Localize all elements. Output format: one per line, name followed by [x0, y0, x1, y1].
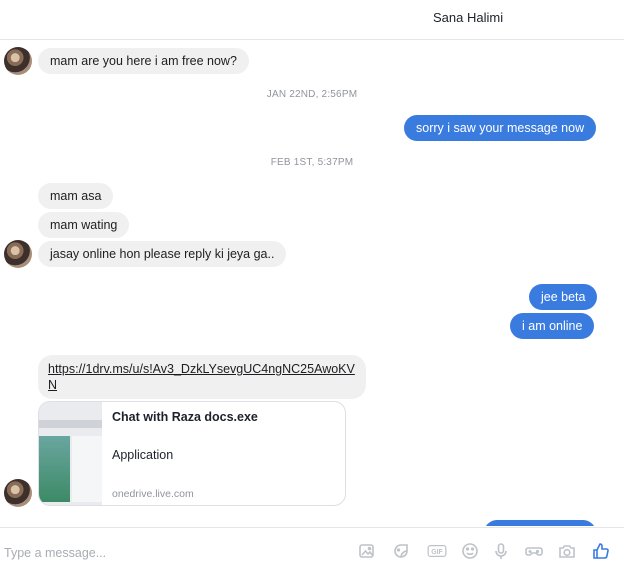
- message-input[interactable]: [4, 544, 344, 562]
- message-outgoing[interactable]: i am online: [510, 313, 595, 339]
- gif-icon[interactable]: GIF: [424, 540, 450, 562]
- sticker-icon[interactable]: [390, 540, 412, 562]
- contact-name[interactable]: Sana Halimi: [433, 10, 503, 25]
- attachment-card[interactable]: Chat with Raza docs.exe Application oned…: [38, 401, 346, 506]
- attachment-type: Application: [112, 448, 174, 462]
- attachment-title: Chat with Raza docs.exe: [112, 410, 258, 424]
- message-outgoing[interactable]: jee beta: [529, 284, 598, 310]
- message-incoming[interactable]: mam are you here i am free now?: [38, 48, 249, 74]
- message-incoming[interactable]: mam asa: [38, 183, 114, 209]
- gif-label: GIF: [431, 549, 443, 556]
- message-incoming[interactable]: mam wating: [38, 212, 130, 238]
- timestamp: JAN 22ND, 2:56PM: [266, 89, 358, 100]
- attachment-domain: onedrive.live.com: [112, 488, 194, 500]
- message-thread[interactable]: mam are you here i am free now? JAN 22ND…: [0, 40, 624, 526]
- message-outgoing[interactable]: sorry i saw your message now: [404, 115, 597, 141]
- contact-avatar[interactable]: [4, 240, 32, 268]
- image-icon[interactable]: [356, 540, 378, 562]
- game-controller-icon[interactable]: [523, 540, 545, 562]
- attachment-thumbnail: [39, 402, 102, 505]
- shared-link[interactable]: https://1drv.ms/u/s!Av3_DzkLYsevgUC4ngNC…: [38, 355, 366, 399]
- microphone-icon[interactable]: [490, 540, 512, 562]
- thumbs-up-icon[interactable]: [590, 540, 612, 562]
- contact-avatar[interactable]: [4, 479, 32, 507]
- conversation-header: Sana Halimi: [0, 0, 624, 40]
- message-outgoing-partial[interactable]: [484, 520, 596, 526]
- message-composer: GIF: [0, 527, 624, 574]
- contact-avatar[interactable]: [4, 47, 32, 75]
- emoji-icon[interactable]: [459, 540, 481, 562]
- camera-icon[interactable]: [556, 540, 578, 562]
- message-incoming[interactable]: jasay online hon please reply ki jeya ga…: [38, 241, 287, 267]
- timestamp: FEB 1ST, 5:37PM: [270, 157, 354, 168]
